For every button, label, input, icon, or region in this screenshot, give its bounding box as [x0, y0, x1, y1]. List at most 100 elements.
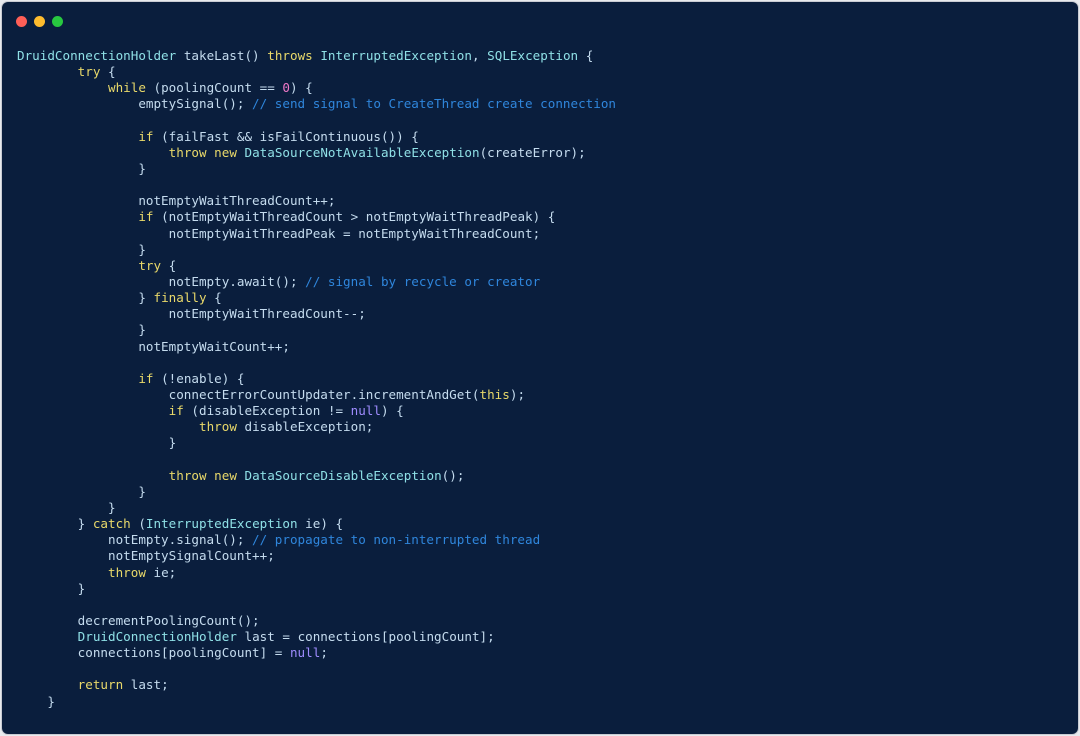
code-line: if (failFast && isFailContinuous()) { [17, 129, 616, 145]
code-token: last = connections[poolingCount]; [236, 629, 495, 645]
maximize-button-icon[interactable] [52, 16, 63, 27]
code-token: if [138, 209, 154, 225]
code-token: null [289, 645, 321, 661]
code-token: } [17, 435, 177, 451]
code-token: connections[poolingCount] = [17, 645, 290, 661]
code-token: } [17, 499, 116, 515]
code-line: try { [17, 258, 616, 274]
code-line: throw disableException; [17, 419, 616, 435]
code-token: return [77, 677, 124, 693]
code-token: notEmpty.signal(); [17, 532, 253, 548]
code-window: DruidConnectionHolder takeLast() throws … [2, 2, 1078, 734]
code-token: DruidConnectionHolder [17, 48, 177, 63]
code-comment: // propagate to non-interrupted thread [252, 532, 541, 548]
code-token: notEmptyWaitThreadCount++; [17, 193, 336, 209]
code-token: 0 [282, 80, 290, 96]
code-token: notEmptyWaitCount++; [17, 338, 290, 354]
minimize-button-icon[interactable] [34, 16, 45, 27]
code-line: notEmptyWaitThreadCount--; [17, 306, 616, 322]
code-line: notEmptyWaitThreadPeak = notEmptyWaitThr… [17, 226, 616, 242]
code-token: this [479, 386, 510, 402]
code-line: } [17, 322, 616, 338]
code-token: (disableException != [183, 403, 351, 419]
code-line: if (notEmptyWaitThreadCount > notEmptyWa… [17, 209, 616, 225]
code-token: { [100, 64, 116, 80]
code-token: { [578, 48, 594, 63]
code-token: notEmptyWaitThreadPeak = notEmptyWaitThr… [17, 225, 541, 241]
code-token: ) { [290, 80, 313, 96]
code-token: (notEmptyWaitThreadCount > notEmptyWaitT… [153, 209, 556, 225]
code-line: notEmptyWaitCount++; [17, 339, 616, 355]
code-token: (createError); [479, 144, 586, 160]
code-token: ); [509, 386, 526, 402]
code-token: if [168, 403, 184, 419]
code-line: decrementPoolingCount(); [17, 613, 616, 629]
code-token: , [471, 48, 488, 63]
code-line: return last; [17, 677, 616, 693]
code-token: } [17, 580, 86, 596]
code-token: while [108, 80, 146, 96]
code-token: try [138, 257, 162, 273]
code-line: } catch (InterruptedException ie) { [17, 516, 616, 532]
code-token: if [138, 128, 154, 144]
code-line: } [17, 484, 616, 500]
code-line: connectErrorCountUpdater.incrementAndGet… [17, 387, 616, 403]
code-token: } [17, 693, 55, 709]
code-comment: // signal by recycle or creator [305, 273, 541, 289]
code-token: throw [168, 467, 207, 483]
code-token: disableException; [236, 419, 374, 435]
code-line: } [17, 242, 616, 258]
code-line: emptySignal(); // send signal to CreateT… [17, 96, 616, 112]
code-line: } [17, 500, 616, 516]
code-token: notEmpty.await(); [17, 273, 306, 289]
code-line: } [17, 435, 616, 451]
code-line: } [17, 581, 616, 597]
code-token: (!enable) { [153, 370, 245, 386]
code-token: ( [130, 516, 146, 532]
code-token: throws [267, 48, 313, 63]
code-token: InterruptedException [320, 48, 472, 63]
code-token: } [17, 290, 154, 306]
code-token: } [17, 516, 93, 532]
code-line: if (disableException != null) { [17, 403, 616, 419]
code-token: connectErrorCountUpdater.incrementAndGet… [17, 386, 480, 402]
code-line: if (!enable) { [17, 371, 616, 387]
code-token: { [161, 257, 177, 273]
code-token: (poolingCount == [145, 80, 283, 96]
close-button-icon[interactable] [16, 16, 27, 27]
code-line: } [17, 161, 616, 177]
code-token: } [17, 322, 146, 338]
code-token: } [17, 160, 146, 176]
code-block: DruidConnectionHolder takeLast() throws … [17, 48, 616, 710]
code-token: try [77, 64, 101, 80]
code-line: while (poolingCount == 0) { [17, 80, 616, 96]
code-line: notEmpty.await(); // signal by recycle o… [17, 274, 616, 290]
window-titlebar [2, 2, 1078, 42]
code-line: throw ie; [17, 565, 616, 581]
code-token: catch [92, 516, 131, 532]
code-token: emptySignal(); [17, 96, 253, 112]
code-token: SQLException [487, 48, 579, 63]
code-token: finally [153, 290, 207, 306]
code-line: connections[poolingCount] = null; [17, 645, 616, 661]
code-token: } [17, 483, 146, 499]
code-token: if [138, 370, 154, 386]
code-token: decrementPoolingCount(); [17, 612, 260, 628]
code-token: ie; [145, 564, 177, 580]
code-token: InterruptedException [145, 516, 298, 532]
code-token: new [214, 144, 237, 160]
code-token: DataSourceDisableException [244, 467, 442, 483]
code-token: DataSourceNotAvailableException [244, 144, 480, 160]
code-line: notEmpty.signal(); // propagate to non-i… [17, 532, 616, 548]
